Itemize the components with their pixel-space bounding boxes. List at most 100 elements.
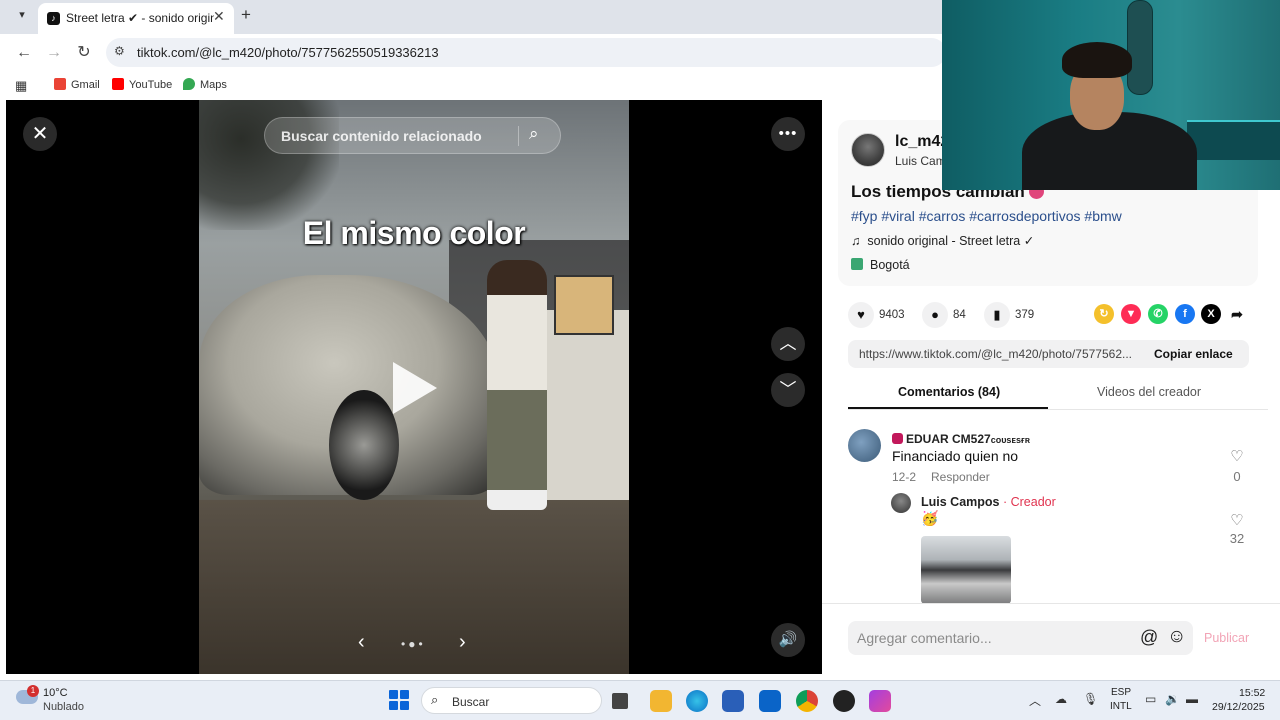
volume-icon[interactable]: 🔊 <box>771 623 805 657</box>
bookmark-label: Gmail <box>71 79 100 91</box>
display-icon[interactable]: ▭ <box>1145 692 1156 706</box>
reply-author[interactable]: Luis Campos · Creador <box>921 495 1056 509</box>
divider <box>822 603 1280 604</box>
tray-cloud-icon[interactable]: ☁ <box>1055 692 1067 706</box>
emoji-picker-icon[interactable]: ☺ <box>1167 626 1186 648</box>
start-windows-icon[interactable] <box>389 690 409 710</box>
webcam-guitar <box>1127 0 1153 95</box>
reply-image[interactable] <box>921 536 1011 604</box>
mention-icon[interactable]: @ <box>1140 627 1158 648</box>
tray-chevron-icon[interactable]: ︿ <box>1029 692 1041 709</box>
reply-text: 🥳 <box>921 510 939 526</box>
comment-like-icon[interactable]: ♡ <box>1225 447 1249 465</box>
search-icon: ⌕ <box>431 692 439 707</box>
related-search-placeholder: Buscar contenido relacionado <box>281 128 482 144</box>
play-icon[interactable] <box>393 362 437 414</box>
clock-date[interactable]: 29/12/2025 <box>1212 701 1265 713</box>
saves-count: 379 <box>1015 309 1035 322</box>
x-icon[interactable]: X <box>1201 304 1221 324</box>
gmail-icon <box>54 78 66 90</box>
comment-like-count: 0 <box>1233 469 1241 484</box>
heart-icon[interactable]: ♥ <box>848 302 874 328</box>
apps-grid-icon[interactable]: ▦ <box>15 78 27 94</box>
new-tab-icon[interactable]: + <box>241 5 251 25</box>
clock-time[interactable]: 15:52 <box>1239 687 1265 699</box>
more-options-icon[interactable]: ••• <box>771 117 805 151</box>
tab-creator-videos[interactable]: Videos del creador <box>1097 385 1201 399</box>
instagram-icon[interactable] <box>869 690 891 712</box>
tab-comments[interactable]: Comentarios (84) <box>898 385 1000 399</box>
reply-avatar[interactable] <box>891 493 911 513</box>
previous-post-icon[interactable]: ︿ <box>771 327 805 361</box>
comment-stat[interactable]: ● 84 <box>922 302 966 328</box>
bookmark-maps[interactable]: Maps <box>183 78 227 91</box>
youtube-icon <box>112 78 124 90</box>
send-icon[interactable]: ▼ <box>1121 304 1141 324</box>
weather-temperature[interactable]: 10°C <box>43 687 68 699</box>
comment-icon[interactable]: ● <box>922 302 948 328</box>
comment-text: Financiado quien no <box>892 448 1019 464</box>
music-note-icon: ♫ <box>851 234 861 248</box>
language-indicator[interactable]: ESP <box>1111 687 1131 698</box>
repost-icon[interactable]: ↻ <box>1094 304 1114 324</box>
carousel-prev-icon[interactable]: ‹ <box>358 631 365 654</box>
edge-icon[interactable] <box>686 690 708 712</box>
share-arrow-icon[interactable]: ➦ <box>1227 304 1247 324</box>
address-bar[interactable]: ⚙ tiktok.com/@lc_m420/photo/757756255051… <box>106 38 946 67</box>
save-stat[interactable]: ▮ 379 <box>984 302 1034 328</box>
comment-author-name: EDUAR CM527 <box>906 432 991 446</box>
carousel-next-icon[interactable]: › <box>459 631 466 654</box>
sound-label: sonido original - Street letra ✓ <box>867 234 1035 248</box>
taskbar-search-label: Buscar <box>452 695 490 709</box>
taskbar-search[interactable]: ⌕ Buscar <box>421 687 602 714</box>
post-link[interactable]: https://www.tiktok.com/@lc_m420/photo/75… <box>859 347 1139 361</box>
webcam-desk <box>1187 120 1280 160</box>
forward-icon[interactable]: → <box>43 42 65 64</box>
bookmark-youtube[interactable]: YouTube <box>112 78 172 91</box>
battery-icon[interactable]: ▬ <box>1186 692 1198 706</box>
post-hashtags[interactable]: #fyp #viral #carros #carrosdeportivos #b… <box>851 208 1122 224</box>
close-viewer-icon[interactable]: ✕ <box>23 117 57 151</box>
chrome-icon[interactable] <box>796 690 818 712</box>
comment-author[interactable]: EDUAR CM527ᴄᴏᴜsᴇsғʀ <box>892 432 1030 446</box>
volume-tray-icon[interactable]: 🔉 <box>1165 692 1180 706</box>
task-view-icon[interactable] <box>612 693 628 709</box>
site-info-icon[interactable]: ⚙ <box>114 44 125 58</box>
comment-input[interactable]: Agregar comentario... @ ☺ <box>848 621 1193 655</box>
back-icon[interactable]: ← <box>13 42 35 64</box>
photo-wheel <box>329 390 399 500</box>
keyboard-layout[interactable]: INTL <box>1110 701 1132 712</box>
tab-search-icon[interactable]: ▾ <box>12 8 32 26</box>
reply-button[interactable]: Responder <box>931 470 990 484</box>
tab-close-icon[interactable]: ✕ <box>213 8 225 25</box>
bookmark-label: YouTube <box>129 79 173 91</box>
reply-author-name: Luis Campos <box>921 495 1000 509</box>
copy-link-button[interactable]: Copiar enlace <box>1154 347 1233 361</box>
author-avatar[interactable] <box>851 133 885 167</box>
next-post-icon[interactable]: ﹀ <box>771 373 805 407</box>
taskbar: 1 10°C Nublado ⌕ Buscar ︿ ☁ 🎙 ESP INTL ▭… <box>0 680 1280 720</box>
store-icon[interactable] <box>722 690 744 712</box>
file-explorer-icon[interactable] <box>650 690 672 712</box>
bookmark-icon[interactable]: ▮ <box>984 302 1010 328</box>
search-icon[interactable]: ⌕ <box>529 124 539 144</box>
reply-like-icon[interactable]: ♡ <box>1225 511 1249 529</box>
browser-tab[interactable]: ♪ Street letra ✔ - sonido original ✕ <box>38 3 234 34</box>
related-search-input[interactable]: Buscar contenido relacionado ⌕ <box>264 117 561 154</box>
photo-window <box>554 275 614 335</box>
bookmark-gmail[interactable]: Gmail <box>54 78 100 91</box>
app-icon[interactable] <box>833 690 855 712</box>
publish-button[interactable]: Publicar <box>1204 631 1249 645</box>
outlook-icon[interactable] <box>759 690 781 712</box>
reload-icon[interactable]: ↻ <box>73 42 95 64</box>
reply-like-count: 32 <box>1229 531 1245 546</box>
url-text[interactable]: tiktok.com/@lc_m420/photo/75775625505193… <box>137 45 439 60</box>
like-stat[interactable]: ♥ 9403 <box>848 302 905 328</box>
facebook-icon[interactable]: f <box>1175 304 1195 324</box>
microphone-icon[interactable]: 🎙 <box>1083 692 1098 706</box>
post-location[interactable]: Bogotá <box>851 258 910 272</box>
whatsapp-icon[interactable]: ✆ <box>1148 304 1168 324</box>
weather-condition[interactable]: Nublado <box>43 701 84 713</box>
post-sound[interactable]: ♫ sonido original - Street letra ✓ <box>851 233 1034 248</box>
comment-avatar[interactable] <box>848 429 881 462</box>
